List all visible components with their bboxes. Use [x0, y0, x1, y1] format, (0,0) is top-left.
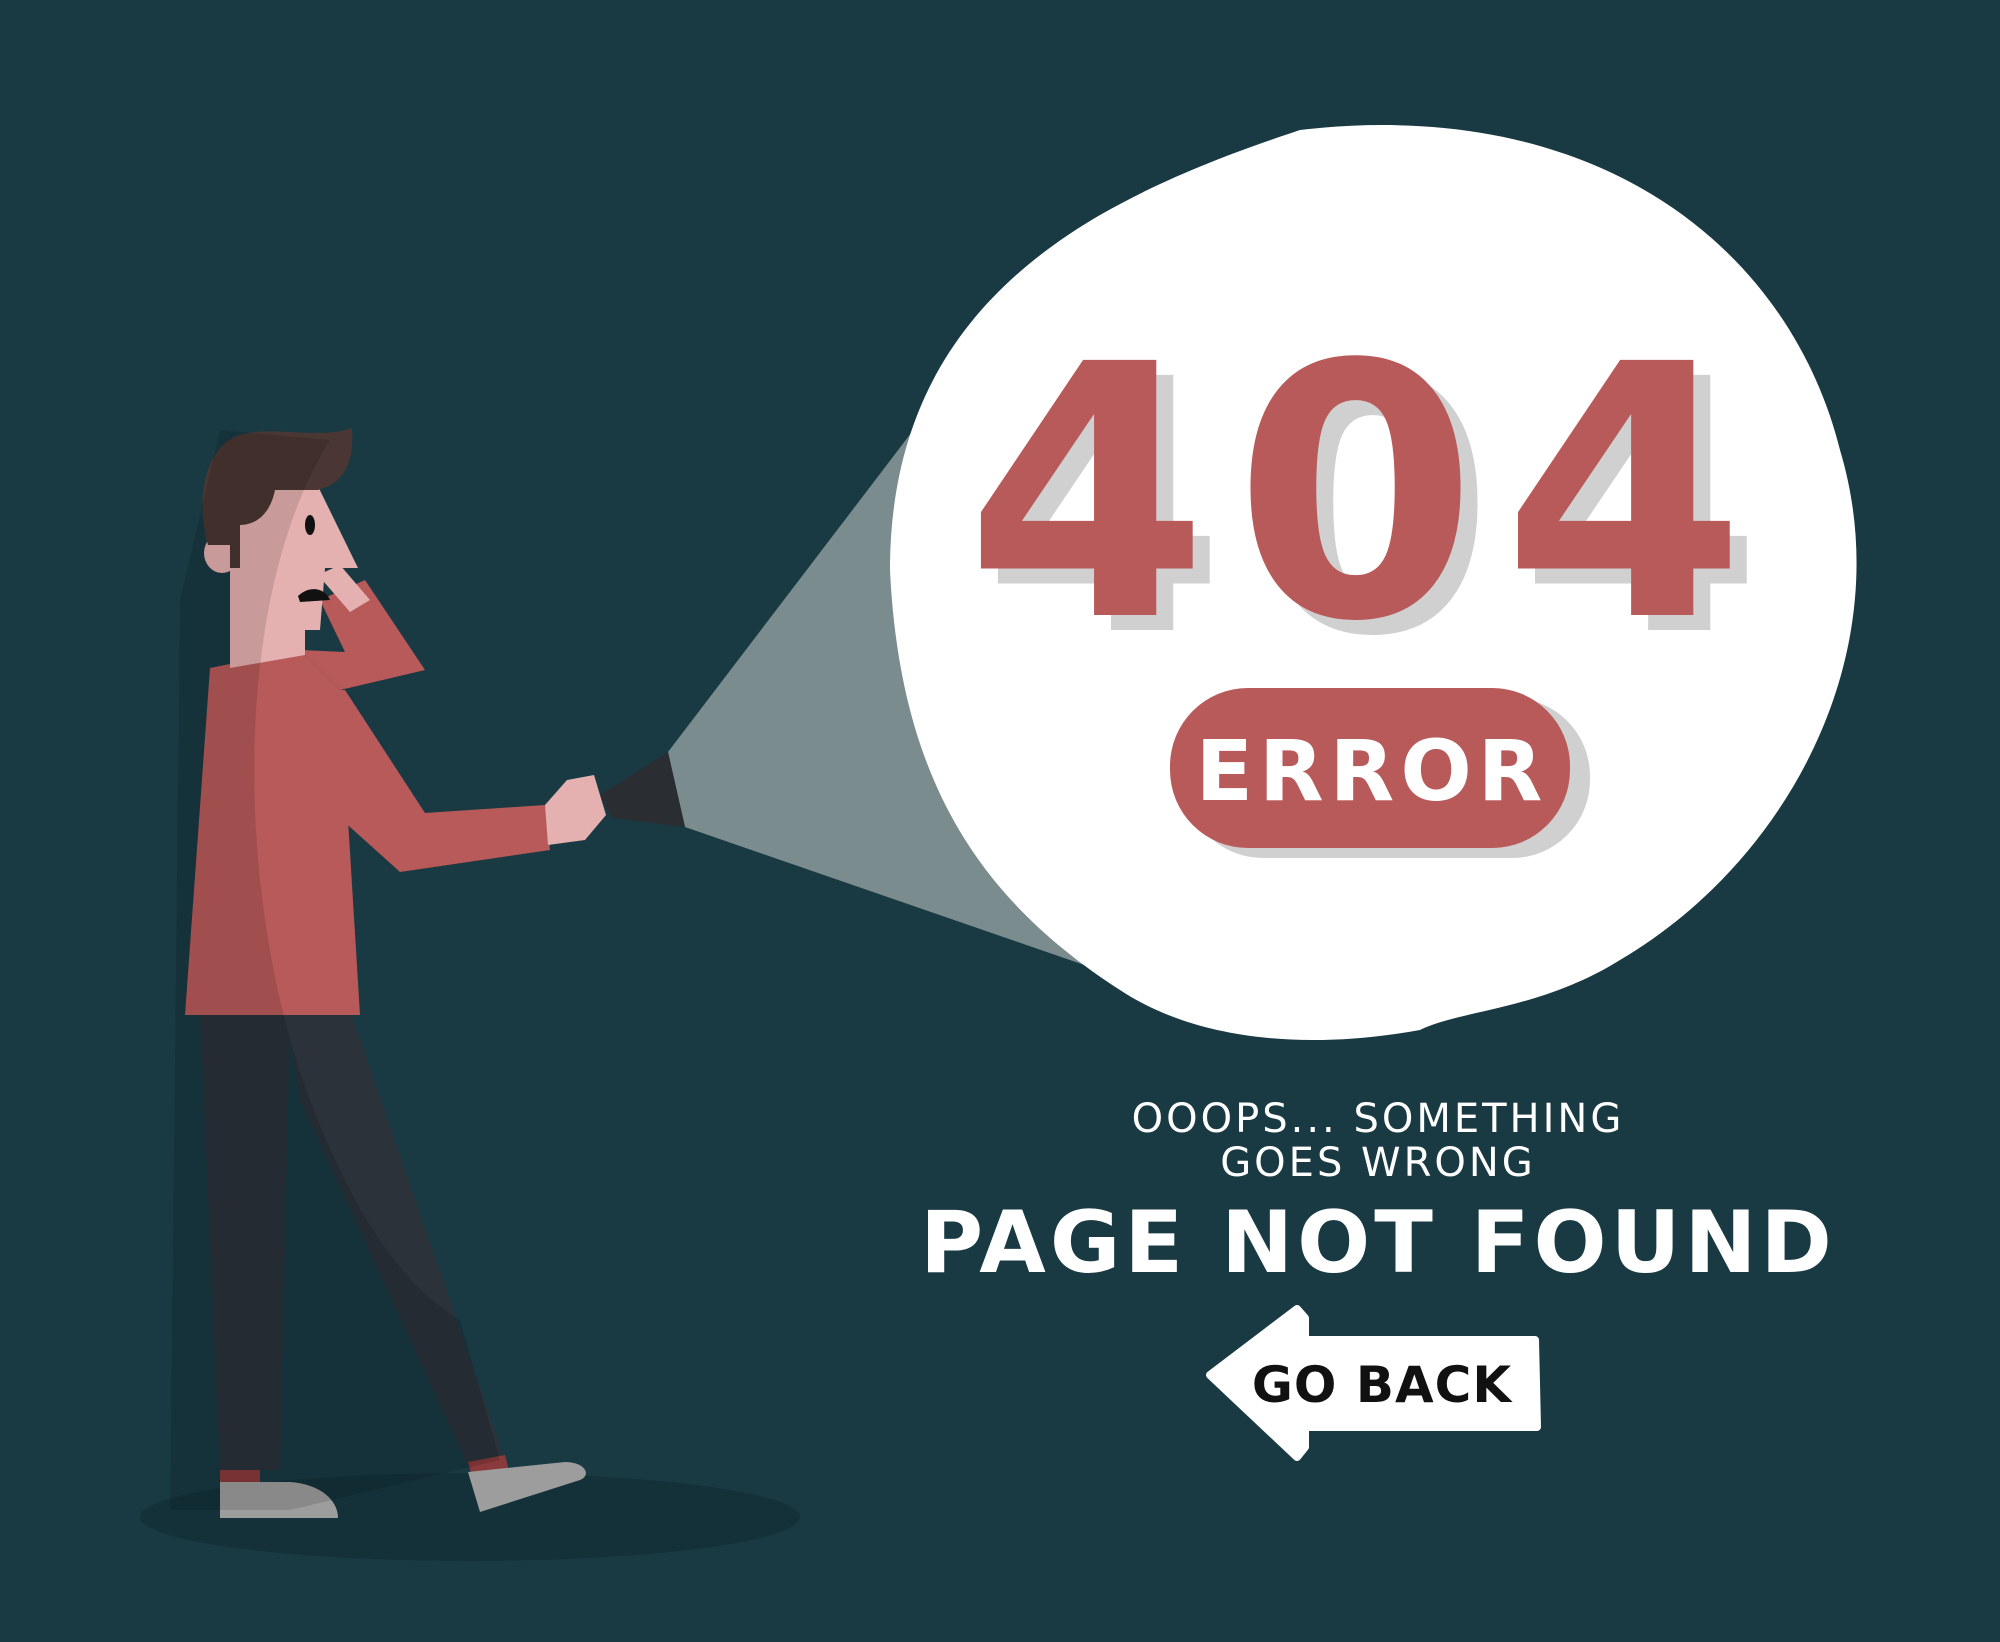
- error-message-line-1: OOOPS... SOMETHING: [1132, 1096, 1625, 1142]
- error-code-text: 404: [965, 290, 1771, 698]
- error-badge-label: ERROR: [1196, 722, 1549, 820]
- person-eye: [305, 515, 315, 535]
- error-code: 404 404: [965, 290, 1771, 713]
- error-404-illustration: 404 404 ERROR OOOPS... SOMETHING GOES WR…: [140, 125, 1857, 1561]
- page-not-found-heading: PAGE NOT FOUND: [920, 1193, 1836, 1293]
- person-hand: [545, 775, 606, 845]
- person-illustration: [170, 428, 685, 1518]
- error-message-line-2: GOES WRONG: [1220, 1140, 1536, 1186]
- error-badge: ERROR: [1170, 688, 1590, 858]
- go-back-label[interactable]: GO BACK: [1252, 1356, 1513, 1414]
- go-back-button[interactable]: GO BACK: [1206, 1305, 1541, 1461]
